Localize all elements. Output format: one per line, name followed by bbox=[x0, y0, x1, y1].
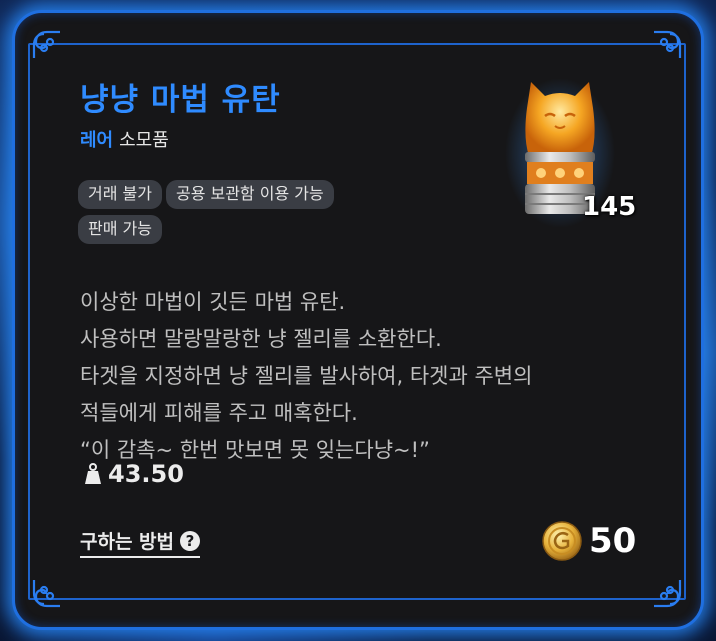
sell-price: 50 bbox=[541, 520, 636, 562]
help-icon[interactable]: ? bbox=[180, 530, 201, 551]
description-line: 이상한 마법이 깃든 마법 유탄. bbox=[80, 290, 346, 314]
tag-sellable: 판매 가능 bbox=[78, 215, 162, 244]
tag-list: 거래 불가 공용 보관함 이용 가능 판매 가능 bbox=[78, 180, 458, 250]
price-value: 50 bbox=[589, 521, 637, 561]
how-to-obtain-link[interactable]: 구하는 방법 ? bbox=[80, 527, 201, 558]
item-name: 냥냥 마법 유탄 bbox=[80, 82, 281, 118]
tag-untradable: 거래 불가 bbox=[78, 180, 162, 209]
weight-icon bbox=[85, 463, 101, 484]
description-line: 사용하면 말랑말랑한 냥 젤리를 소환한다. bbox=[80, 327, 442, 351]
corner-ornament-icon bbox=[30, 576, 64, 610]
tag-shared-storage: 공용 보관함 이용 가능 bbox=[165, 180, 334, 209]
description-line: 타겟을 지정하면 냥 젤리를 발사하여, 타겟과 주변의 bbox=[80, 364, 533, 388]
item-type: 레어 소모품 bbox=[80, 126, 169, 152]
item-category: 소모품 bbox=[119, 130, 169, 151]
item-stack-count: 145 bbox=[582, 192, 637, 222]
gold-coin-icon bbox=[542, 521, 582, 561]
weight-value: 43.50 bbox=[108, 460, 184, 488]
how-to-obtain-label: 구하는 방법 bbox=[80, 531, 175, 553]
item-rarity: 레어 bbox=[80, 130, 114, 151]
item-description: 이상한 마법이 깃든 마법 유탄. 사용하면 말랑말랑한 냥 젤리를 소환한다.… bbox=[80, 284, 640, 469]
corner-ornament-icon bbox=[30, 28, 64, 62]
item-weight: 43.50 bbox=[84, 460, 184, 488]
corner-ornament-icon bbox=[650, 28, 684, 62]
description-line: 적들에게 피해를 주고 매혹한다. bbox=[80, 401, 358, 425]
corner-ornament-icon bbox=[650, 576, 684, 610]
